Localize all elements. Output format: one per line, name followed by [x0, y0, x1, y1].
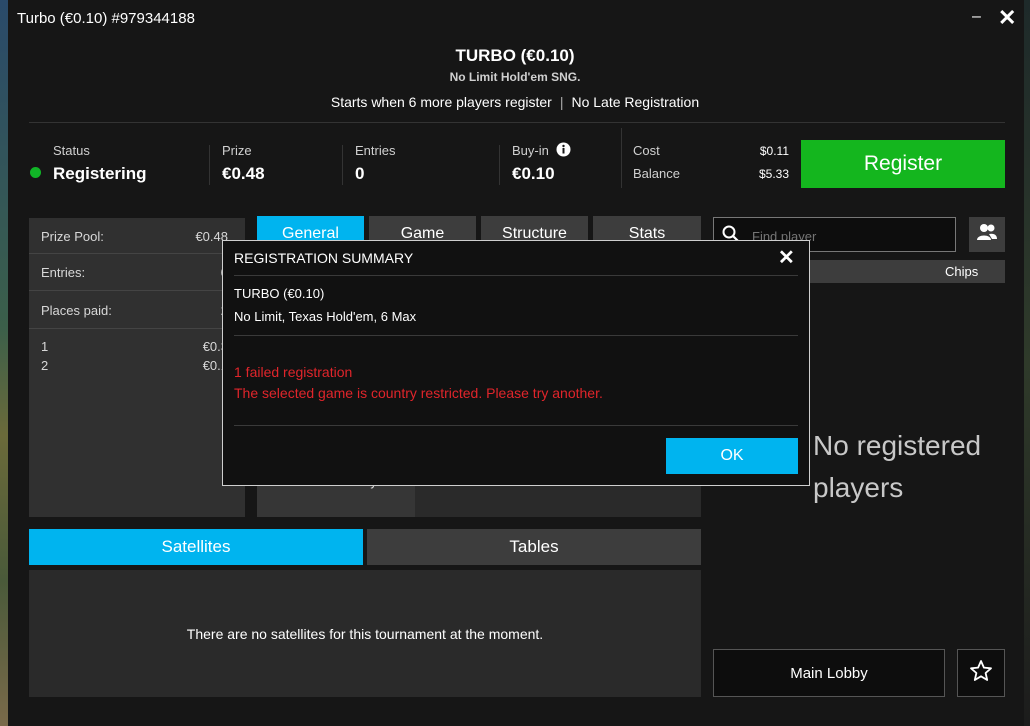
star-icon — [969, 659, 993, 688]
empty-line-2: players — [813, 472, 904, 503]
separator: | — [559, 94, 564, 110]
status-indicator-icon — [30, 167, 41, 178]
prize-pool-label: Prize Pool: — [41, 229, 104, 244]
empty-line-1: No registered — [813, 430, 982, 461]
payout-place: 1 — [41, 339, 49, 354]
divider — [209, 145, 210, 185]
payout-amount: €0.1 — [202, 358, 228, 373]
payout-amount: €0.3 — [202, 339, 228, 354]
buyin-value: €0.10 — [512, 164, 555, 183]
dialog-game-name: TURBO (€0.10) — [234, 286, 325, 301]
chips-column-header[interactable]: Chips — [945, 264, 978, 279]
prize-pool-value: €0.48 — [195, 229, 228, 244]
tab-satellites[interactable]: Satellites — [29, 529, 363, 565]
divider — [499, 145, 500, 185]
divider — [234, 425, 798, 426]
tournament-title: TURBO (€0.10) — [455, 46, 575, 65]
status-label: Status — [53, 143, 90, 158]
status-value: Registering — [53, 164, 147, 183]
cost-label: Cost — [633, 143, 660, 158]
register-button[interactable]: Register — [801, 140, 1005, 188]
dialog-title: REGISTRATION SUMMARY — [234, 250, 414, 266]
divider — [621, 128, 622, 188]
divider — [29, 290, 245, 291]
cost-value: $0.11 — [759, 144, 789, 158]
buyin-label: Buy-in — [512, 143, 549, 158]
divider — [29, 253, 245, 254]
places-paid-label: Places paid: — [41, 303, 112, 318]
places-paid-value: 2 — [170, 303, 228, 318]
tournament-start-info: Starts when 6 more players register | No L… — [0, 94, 1030, 110]
balance-label: Balance — [633, 166, 680, 181]
error-message: The selected game is country restricted.… — [234, 385, 603, 401]
window-title: Turbo (€0.10) #979344188 — [17, 10, 195, 27]
main-lobby-button[interactable]: Main Lobby — [713, 649, 945, 697]
info-icon[interactable] — [556, 142, 571, 162]
divider — [342, 145, 343, 185]
balance-value: $5.33 — [758, 167, 789, 181]
no-satellites-message: There are no satellites for this tournam… — [186, 626, 544, 642]
starts-text: Starts when 6 more players register — [330, 94, 552, 110]
close-window-button[interactable]: ✕ — [998, 5, 1016, 31]
left-entries-label: Entries: — [41, 265, 86, 280]
no-registered-players-message: No registered players — [813, 425, 1013, 509]
late-registration-text: No Late Registration — [571, 94, 700, 110]
divider — [29, 328, 245, 329]
entries-value: 0 — [355, 164, 365, 183]
dialog-close-button[interactable]: ✕ — [778, 245, 795, 270]
error-count: 1 failed registration — [234, 364, 353, 380]
prize-value: €0.48 — [222, 164, 265, 183]
divider — [234, 335, 798, 336]
ok-button[interactable]: OK — [666, 438, 798, 474]
tab-tables[interactable]: Tables — [367, 529, 701, 565]
payout-place: 2 — [41, 358, 49, 373]
favorite-button[interactable] — [957, 649, 1005, 697]
dialog-game-description: No Limit, Texas Hold'em, 6 Max — [234, 309, 417, 324]
minimize-button[interactable]: – — [972, 8, 981, 26]
users-icon — [976, 223, 998, 246]
header-divider — [29, 122, 1005, 123]
prize-label: Prize — [222, 143, 252, 158]
left-entries-value: 0 — [170, 265, 228, 280]
divider — [234, 275, 798, 276]
friends-button[interactable] — [969, 217, 1005, 252]
entries-label: Entries — [355, 143, 396, 158]
tournament-subtitle: No Limit Hold'em SNG. — [449, 70, 581, 84]
